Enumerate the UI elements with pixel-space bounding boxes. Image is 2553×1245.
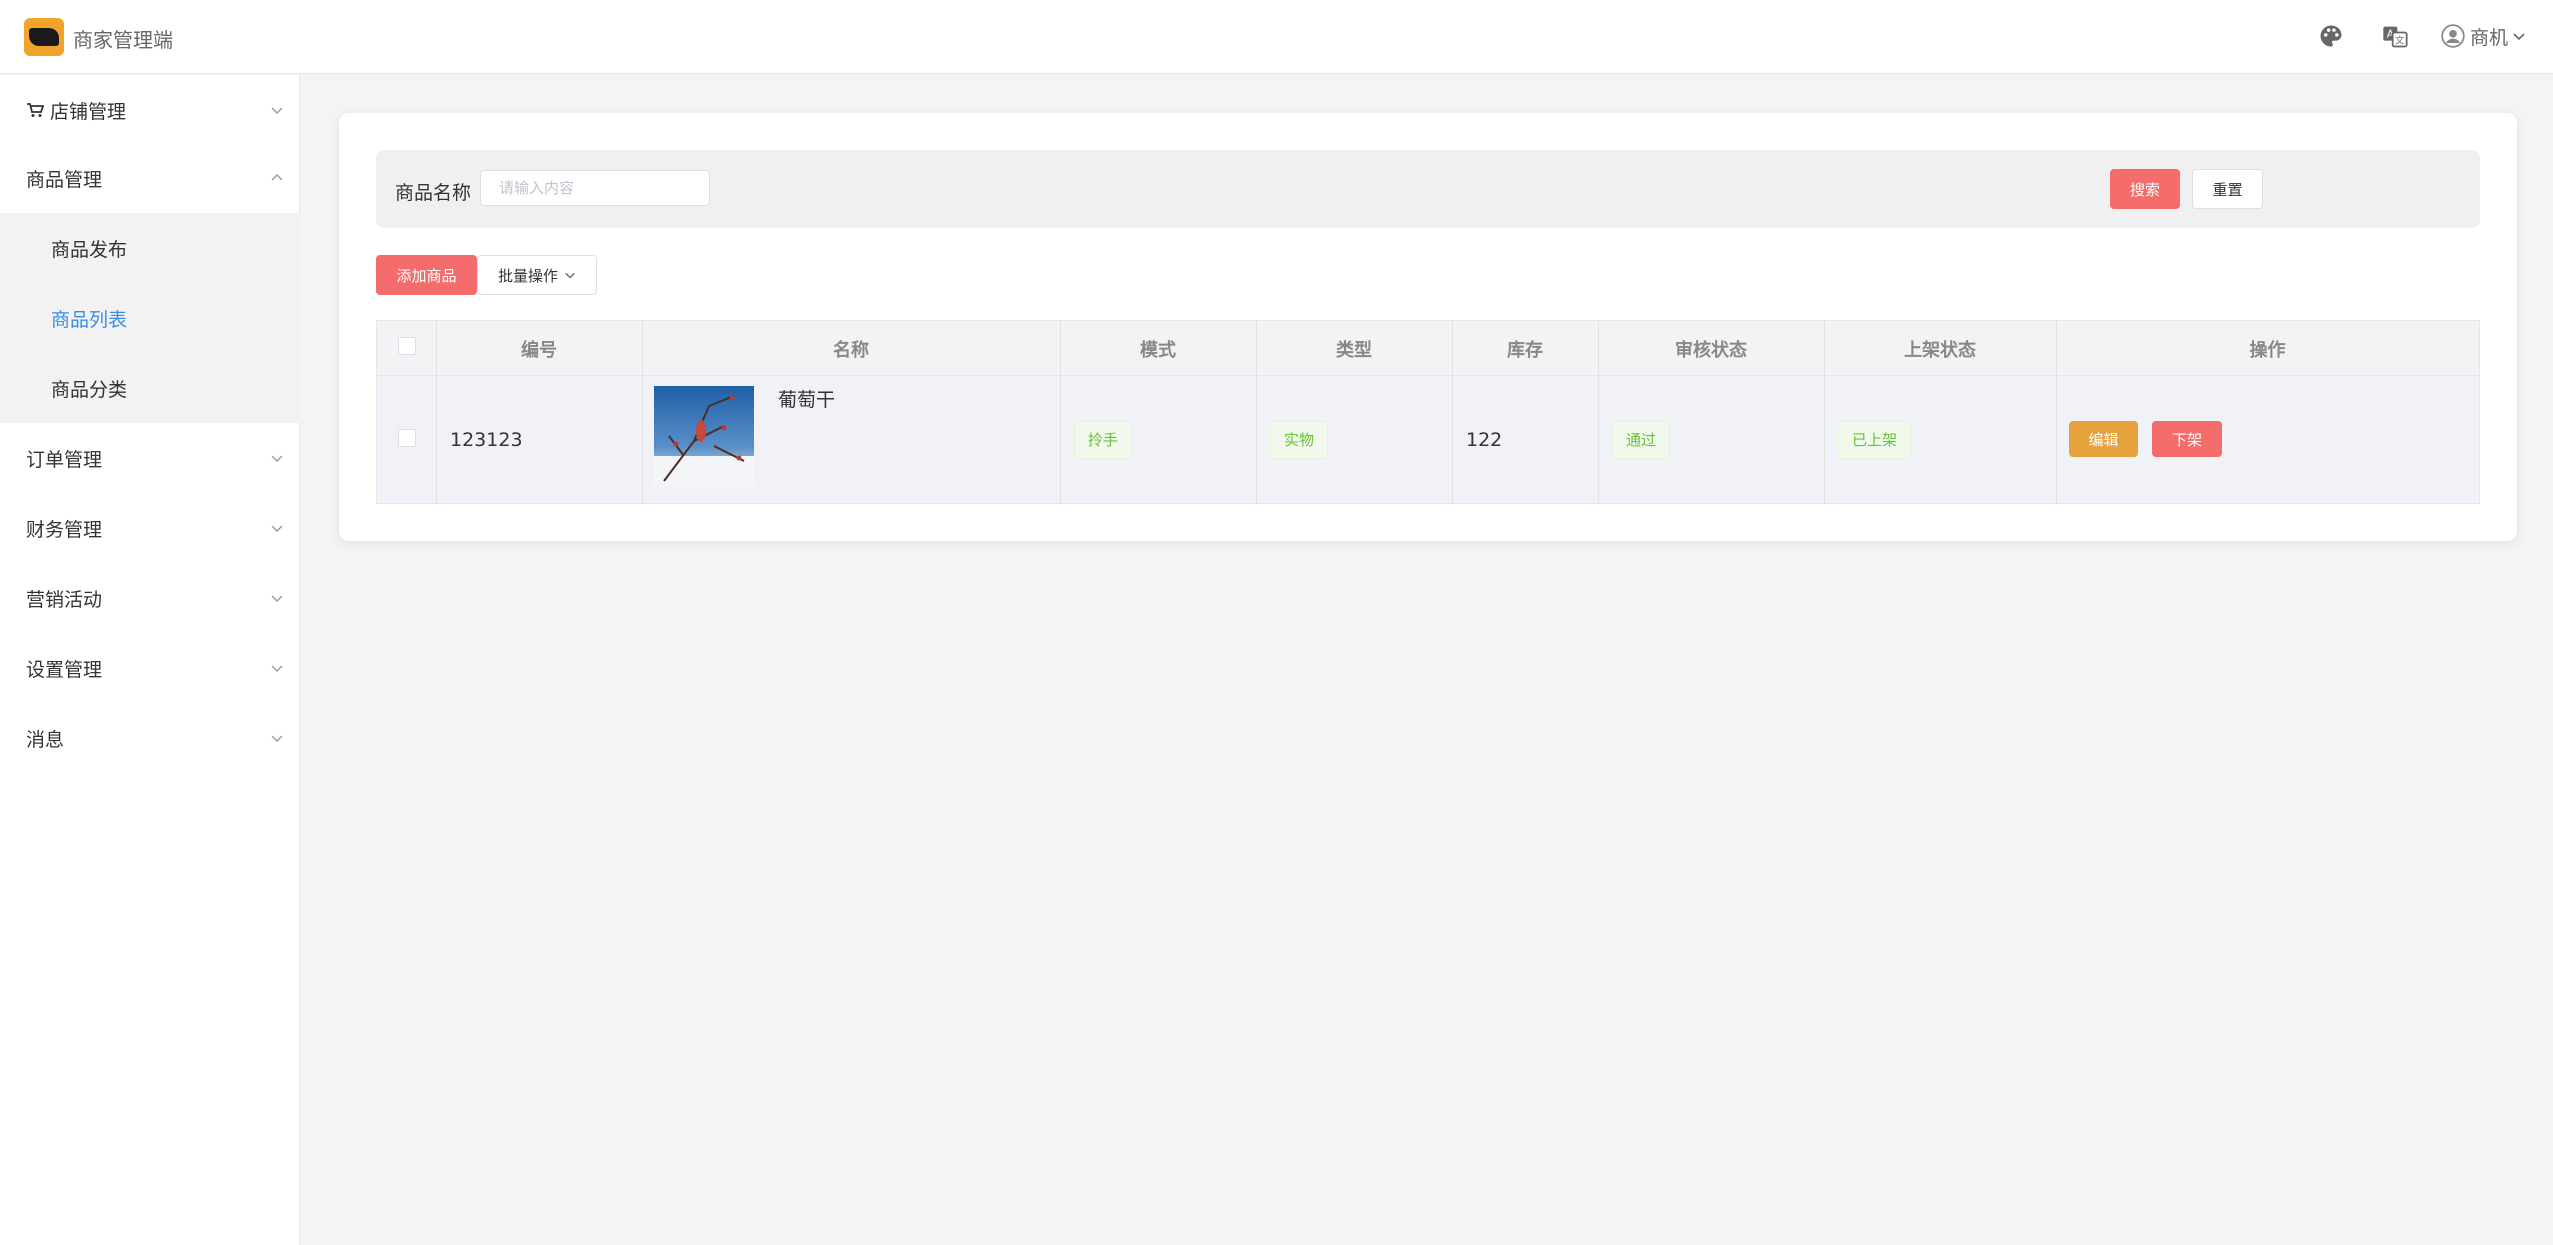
mode-tag: 拎手 (1074, 420, 1133, 459)
cell-mode: 拎手 (1074, 376, 1133, 503)
column-header-id: 编号 (521, 339, 557, 361)
sidebar: 店铺管理 商品管理 商品发布 商品列表 商品分类 订单管理 财务管理 营销活动 … (0, 75, 300, 1245)
cell-name: 葡萄干 (778, 388, 836, 411)
batch-actions-label: 批量操作 (497, 266, 558, 285)
chevron-down-icon (271, 525, 283, 532)
search-bar: 商品名称 搜索 重置 (376, 150, 2480, 228)
chevron-down-icon (271, 107, 283, 114)
product-table: 编号 名称 模式 类型 库存 审核状态 上架状态 操作 123123 葡萄干 拎… (376, 320, 2480, 504)
user-avatar-icon (2441, 24, 2465, 48)
sidebar-item-products[interactable]: 商品管理 (0, 143, 300, 213)
chevron-down-icon (565, 272, 575, 279)
sidebar-item-label: 订单管理 (26, 448, 103, 471)
sidebar-item-store[interactable]: 店铺管理 (0, 75, 300, 145)
add-product-button[interactable]: 添加商品 (376, 255, 477, 295)
chevron-down-icon (271, 665, 283, 672)
chevron-down-icon (2513, 33, 2525, 41)
sidebar-item-label: 商品发布 (51, 238, 128, 261)
chevron-up-icon (271, 174, 283, 181)
sidebar-item-label: 财务管理 (26, 518, 103, 541)
type-tag: 实物 (1270, 420, 1329, 459)
cell-type: 实物 (1270, 376, 1329, 503)
chevron-down-icon (271, 735, 283, 742)
sidebar-item-marketing[interactable]: 营销活动 (0, 563, 300, 633)
shelf-status-tag: 已上架 (1838, 420, 1912, 459)
product-list-card: 商品名称 搜索 重置 添加商品 批量操作 编号 名称 模式 类型 库存 审核状态… (339, 113, 2517, 541)
batch-actions-dropdown[interactable]: 批量操作 (477, 255, 597, 295)
top-header: 商家管理端 A 文 商机 (0, 0, 2553, 74)
sidebar-item-label: 店铺管理 (50, 100, 127, 123)
cell-shelf-status: 已上架 (1838, 376, 1912, 503)
user-name: 商机 (2470, 26, 2509, 49)
app-title: 商家管理端 (73, 28, 173, 52)
select-all-checkbox[interactable] (398, 337, 416, 355)
sidebar-item-label: 设置管理 (26, 658, 103, 681)
cell-id: 123123 (450, 428, 523, 451)
sidebar-item-settings[interactable]: 设置管理 (0, 633, 300, 703)
sidebar-item-messages[interactable]: 消息 (0, 703, 300, 773)
user-menu[interactable]: 商机 (2440, 22, 2526, 50)
chevron-down-icon (271, 455, 283, 462)
translate-icon[interactable]: A 文 (2381, 22, 2409, 50)
svg-text:文: 文 (2395, 35, 2404, 47)
sidebar-item-label: 商品分类 (51, 378, 128, 401)
sidebar-item-product-publish[interactable]: 商品发布 (0, 213, 300, 283)
sidebar-item-label: 商品管理 (26, 168, 103, 191)
reset-button[interactable]: 重置 (2192, 169, 2263, 209)
chevron-down-icon (271, 595, 283, 602)
sidebar-item-label: 营销活动 (26, 588, 103, 611)
search-button[interactable]: 搜索 (2110, 169, 2180, 209)
cell-audit-status: 通过 (1612, 376, 1671, 503)
submenu-products: 商品发布 商品列表 商品分类 (0, 213, 300, 423)
column-header-audit-status: 审核状态 (1675, 339, 1747, 361)
logo (24, 18, 64, 56)
column-header-shelf-status: 上架状态 (1904, 339, 1976, 361)
sidebar-item-label: 商品列表 (51, 308, 128, 331)
edit-button[interactable]: 编辑 (2069, 421, 2138, 457)
row-checkbox[interactable] (398, 429, 416, 447)
search-input[interactable] (480, 170, 710, 206)
audit-status-tag: 通过 (1612, 420, 1671, 459)
sidebar-item-product-list[interactable]: 商品列表 (0, 283, 300, 353)
column-header-stock: 库存 (1507, 339, 1543, 361)
column-header-mode: 模式 (1140, 339, 1176, 361)
sidebar-item-label: 消息 (26, 728, 65, 751)
sidebar-item-finance[interactable]: 财务管理 (0, 493, 300, 563)
column-header-actions: 操作 (2249, 339, 2286, 361)
column-header-name: 名称 (833, 339, 869, 361)
sidebar-item-orders[interactable]: 订单管理 (0, 423, 300, 493)
search-label: 商品名称 (395, 182, 472, 204)
palette-icon[interactable] (2317, 22, 2345, 50)
product-thumbnail (654, 386, 754, 487)
off-shelf-button[interactable]: 下架 (2152, 421, 2222, 457)
cart-icon (27, 103, 44, 117)
column-header-type: 类型 (1336, 339, 1372, 361)
cell-stock: 122 (1466, 428, 1503, 451)
sidebar-item-product-category[interactable]: 商品分类 (0, 353, 300, 423)
